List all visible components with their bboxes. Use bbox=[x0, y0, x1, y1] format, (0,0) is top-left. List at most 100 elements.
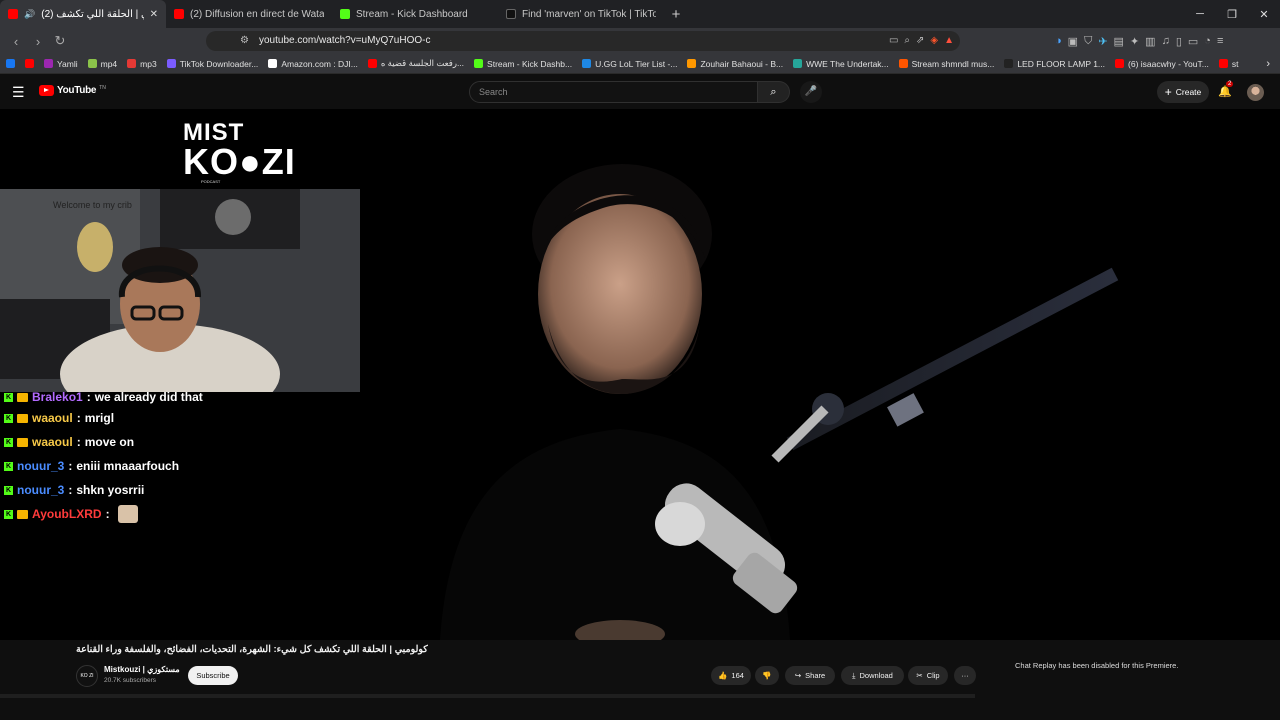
extension-icon[interactable]: ✈ bbox=[1098, 35, 1107, 48]
chat-text: eniii mnaaarfouch bbox=[76, 459, 180, 473]
create-button[interactable]: + Create bbox=[1157, 81, 1209, 103]
bookmark-item[interactable]: Zouhair Bahaoui - B... bbox=[687, 59, 783, 69]
extension-icon[interactable]: ⛉ bbox=[1084, 35, 1092, 48]
reload-icon[interactable]: ↻ bbox=[50, 33, 70, 49]
bookmark-item[interactable]: mp4 bbox=[87, 59, 117, 69]
chat-username: nouur_3 bbox=[17, 459, 65, 473]
bookmark-item[interactable]: TikTok Downloader... bbox=[166, 59, 258, 69]
tab-close-icon[interactable]: ✕ bbox=[150, 9, 158, 20]
tab-title: Stream - Kick Dashboard bbox=[356, 8, 468, 20]
kick-badge-icon: K bbox=[4, 413, 13, 423]
chat-username: AyoubLXRD bbox=[32, 507, 102, 521]
tab-tiktok[interactable]: Find 'marven' on TikTok | TikTok Sear bbox=[498, 0, 664, 28]
bookmark-favicon-icon bbox=[1218, 59, 1228, 68]
bookmark-item[interactable]: Yamli bbox=[44, 59, 78, 69]
browser-tab-strip: 🔊 كولومبي | الحلقة اللي تكشف (2) ✕ (2) D… bbox=[0, 0, 1280, 28]
brave-shield-icon[interactable]: ◈ bbox=[930, 31, 938, 51]
puzzle-icon[interactable]: ✦ bbox=[1130, 35, 1139, 48]
bookmark-favicon-icon bbox=[44, 59, 53, 68]
extension-icon[interactable]: ▥ bbox=[1145, 35, 1155, 48]
bookmarks-overflow-icon[interactable]: › bbox=[1266, 58, 1270, 70]
more-actions-button[interactable]: ··· bbox=[954, 666, 976, 685]
search-button[interactable]: ⌕ bbox=[758, 81, 790, 103]
chat-message: K AyoubLXRD : bbox=[4, 502, 364, 526]
extension-icons: ◑ ▣ ⛉ ✈ ▤ ✦ ▥ ♫ ▯ ▭ ◔ ≡ bbox=[1055, 35, 1223, 48]
channel-name[interactable]: Mistkouzi | مستكوزي bbox=[104, 665, 180, 674]
crown-badge-icon bbox=[17, 437, 28, 447]
share-button[interactable]: ↪ Share bbox=[785, 666, 835, 685]
back-icon[interactable]: ‹ bbox=[6, 34, 26, 49]
zoom-icon[interactable]: ⌕ bbox=[904, 31, 910, 51]
more-icon: ··· bbox=[961, 671, 969, 680]
description-divider bbox=[0, 694, 975, 698]
bookmark-favicon-icon bbox=[25, 59, 34, 68]
extension-icon[interactable]: ▤ bbox=[1114, 35, 1124, 48]
channel-avatar[interactable]: KO ZI bbox=[76, 665, 98, 687]
kick-badge-icon: K bbox=[4, 461, 13, 471]
new-tab-button[interactable]: + bbox=[664, 6, 688, 23]
crown-badge-icon bbox=[17, 509, 28, 519]
forward-icon[interactable]: › bbox=[28, 34, 48, 49]
profile-icon[interactable]: ◔ bbox=[1204, 35, 1211, 48]
bookmark-item[interactable] bbox=[6, 59, 15, 68]
url-text[interactable]: youtube.com/watch?v=uMyQ7uHOO-c bbox=[259, 31, 430, 51]
bookmark-label: WWE The Undertak... bbox=[806, 58, 889, 69]
speaker-icon[interactable]: 🔊 bbox=[24, 9, 35, 20]
crown-badge-icon bbox=[17, 392, 28, 402]
menu-icon[interactable]: ≡ bbox=[1217, 35, 1223, 48]
bookmark-item[interactable]: LED FLOOR LAMP 1... bbox=[1004, 59, 1105, 69]
chat-text: move on bbox=[84, 435, 135, 449]
bookmark-item[interactable]: Amazon.com : DJI... bbox=[268, 59, 358, 69]
plus-icon: + bbox=[1164, 85, 1172, 99]
brave-rewards-icon[interactable]: ▲ bbox=[944, 31, 954, 51]
bookmark-item[interactable]: mp3 bbox=[127, 59, 157, 69]
dislike-button[interactable]: 👎 bbox=[755, 666, 779, 685]
bookmark-item[interactable]: Stream - Kick Dashb... bbox=[474, 59, 572, 69]
hamburger-menu-icon[interactable]: ☰ bbox=[12, 84, 25, 101]
address-bar[interactable]: ⚙ youtube.com/watch?v=uMyQ7uHOO-c ▭ ⌕ ⇗ … bbox=[206, 31, 960, 51]
chat-separator: : bbox=[68, 459, 73, 473]
podcast-brand-logo: MIST KO●ZI PODCAST bbox=[183, 121, 343, 187]
extension-icon[interactable]: ◑ bbox=[1055, 35, 1062, 48]
site-info-icon[interactable]: ⚙ bbox=[240, 31, 249, 51]
chat-separator: : bbox=[68, 483, 73, 497]
clip-button[interactable]: ✂ Clip bbox=[908, 666, 948, 685]
restore-button[interactable]: ❐ bbox=[1216, 8, 1248, 21]
sidebar-icon[interactable]: ▯ bbox=[1176, 35, 1182, 48]
bookmark-item[interactable]: st bbox=[1218, 59, 1238, 69]
bookmark-item[interactable] bbox=[25, 59, 34, 68]
bookmark-favicon-icon bbox=[474, 59, 484, 68]
minimize-button[interactable]: ─ bbox=[1184, 8, 1216, 21]
chat-username: nouur_3 bbox=[17, 483, 65, 497]
music-icon[interactable]: ♫ bbox=[1162, 35, 1170, 48]
share-icon[interactable]: ⇗ bbox=[916, 31, 924, 51]
tab-kick-dashboard[interactable]: Stream - Kick Dashboard bbox=[332, 0, 498, 28]
like-button[interactable]: 👍 164 bbox=[711, 666, 751, 685]
wallet-icon[interactable]: ▭ bbox=[1188, 35, 1198, 48]
account-avatar[interactable] bbox=[1247, 84, 1264, 101]
close-window-button[interactable]: ✕ bbox=[1248, 8, 1280, 21]
cast-icon[interactable]: ▭ bbox=[889, 31, 898, 51]
tab-watania[interactable]: (2) Diffusion en direct de Watania2 R bbox=[166, 0, 332, 28]
tab-title: Find 'marven' on TikTok | TikTok Sear bbox=[522, 8, 656, 20]
kick-badge-icon: K bbox=[4, 392, 13, 402]
bookmark-item[interactable]: رفعت الجلسة قضية ه... bbox=[367, 58, 464, 69]
bookmark-item[interactable]: Stream shmndl mus... bbox=[898, 59, 994, 69]
bookmark-favicon-icon bbox=[1115, 59, 1125, 68]
bookmark-item[interactable]: U.GG LoL Tier List -... bbox=[582, 59, 677, 69]
youtube-play-icon bbox=[39, 85, 54, 96]
bookmark-item[interactable]: (6) isaacwhy - YouT... bbox=[1115, 59, 1209, 69]
search-input[interactable]: Search bbox=[469, 81, 758, 103]
download-button[interactable]: ⤓ Download bbox=[841, 666, 904, 685]
streamer-webcam-overlay: Welcome to my crib bbox=[0, 189, 360, 392]
chat-separator: : bbox=[76, 411, 81, 425]
youtube-logo[interactable]: YouTube TN bbox=[39, 85, 106, 96]
subscribe-button[interactable]: Subscribe bbox=[188, 666, 238, 685]
tab-youtube-active[interactable]: 🔊 كولومبي | الحلقة اللي تكشف (2) ✕ bbox=[0, 0, 166, 28]
bookmark-favicon-icon bbox=[793, 59, 803, 68]
kick-favicon bbox=[340, 9, 350, 19]
voice-search-icon[interactable]: 🎤 bbox=[800, 81, 822, 103]
extension-icon[interactable]: ▣ bbox=[1068, 35, 1078, 48]
bookmark-item[interactable]: WWE The Undertak... bbox=[793, 59, 889, 69]
video-player[interactable]: MIST KO●ZI PODCAST Welcome to my crib K B… bbox=[0, 109, 1280, 640]
